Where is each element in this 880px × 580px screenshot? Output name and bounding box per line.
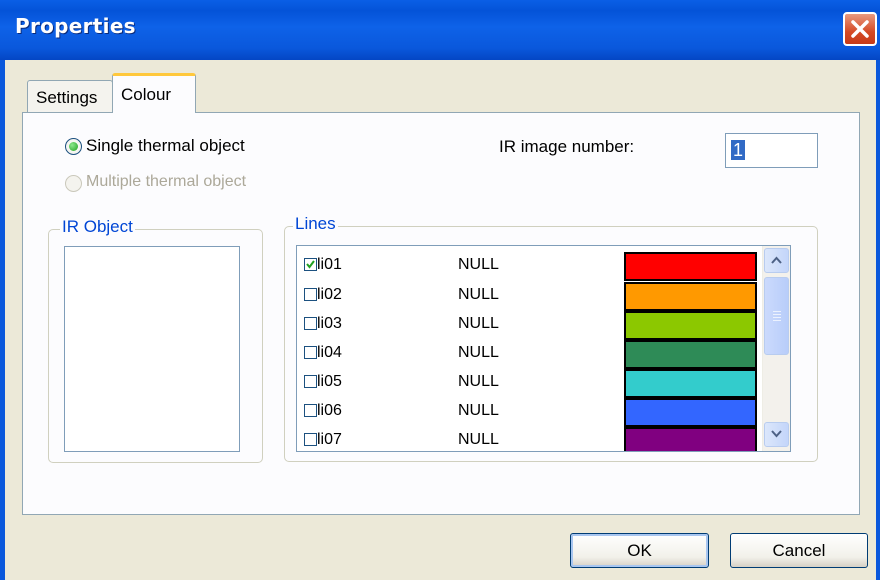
line-color-swatch[interactable] [624, 282, 757, 311]
line-name: li01 [317, 256, 342, 273]
line-row[interactable]: li04 NULL [297, 338, 767, 369]
scroll-down-button[interactable] [764, 422, 789, 447]
chevron-up-icon [771, 256, 782, 264]
ir-image-number-label: IR image number: [499, 137, 635, 156]
thumb-grip-line [773, 320, 781, 321]
line-color-swatch[interactable] [624, 340, 757, 369]
line-checkbox[interactable] [304, 317, 317, 330]
multiple-thermal-object-label: Multiple thermal object [86, 173, 247, 190]
line-color-swatch[interactable] [624, 252, 757, 281]
cancel-button[interactable]: Cancel [730, 533, 868, 568]
ir-object-list[interactable] [64, 246, 240, 452]
line-name: li03 [317, 315, 342, 332]
line-value: NULL [458, 286, 499, 303]
line-color-swatch[interactable] [624, 427, 757, 451]
tab-settings[interactable]: Settings [27, 80, 113, 112]
multiple-thermal-object-radio [65, 175, 82, 192]
tab-colour[interactable]: Colour [112, 73, 196, 113]
line-checkbox[interactable] [304, 404, 317, 417]
single-thermal-object-radio[interactable] [65, 138, 82, 155]
lines-list[interactable]: li01 NULL li02 NULL li03 NULL li04 NULL li05 NULL… [296, 245, 791, 452]
window-title: Properties [15, 14, 136, 38]
line-row[interactable]: li07 NULL [297, 425, 767, 451]
line-row[interactable]: li02 NULL [297, 280, 767, 311]
line-name: li07 [317, 431, 342, 448]
line-checkbox[interactable] [304, 375, 317, 388]
thumb-grip-line [773, 314, 781, 315]
tab-colour-label: Colour [121, 85, 172, 104]
ok-button[interactable]: OK [570, 533, 709, 568]
line-name: li05 [317, 373, 342, 390]
tab-settings-label: Settings [36, 88, 98, 107]
lines-scrollbar[interactable] [762, 246, 790, 451]
line-name: li04 [317, 344, 342, 361]
line-value: NULL [458, 256, 499, 273]
thumb-grip-line [773, 317, 781, 318]
line-value: NULL [458, 373, 499, 390]
close-icon [851, 20, 869, 38]
line-checkbox[interactable] [304, 288, 317, 301]
properties-dialog: Properties Settings Colour Single therma… [0, 0, 880, 580]
scroll-up-button[interactable] [764, 248, 789, 273]
line-name: li06 [317, 402, 342, 419]
line-checkbox[interactable] [304, 346, 317, 359]
line-color-swatch[interactable] [624, 398, 757, 427]
chevron-down-icon [771, 430, 782, 438]
line-value: NULL [458, 402, 499, 419]
ir-image-number-input[interactable]: 1 [725, 133, 818, 168]
line-value: NULL [458, 344, 499, 361]
line-row[interactable]: li03 NULL [297, 309, 767, 340]
ir-object-group-label: IR Object [60, 217, 135, 237]
checkmark-icon [306, 260, 315, 269]
line-value: NULL [458, 431, 499, 448]
thumb-grip-line [773, 311, 781, 312]
line-color-swatch[interactable] [624, 311, 757, 340]
lines-group-label: Lines [293, 214, 338, 234]
title-bar[interactable]: Properties [0, 0, 880, 60]
line-checkbox[interactable] [304, 258, 317, 271]
radio-selected-dot [69, 142, 78, 151]
scroll-thumb[interactable] [764, 277, 789, 355]
line-row[interactable]: li01 NULL [297, 250, 767, 281]
line-color-swatch[interactable] [624, 369, 757, 398]
line-value: NULL [458, 315, 499, 332]
ir-image-number-value: 1 [731, 140, 746, 160]
line-row[interactable]: li05 NULL [297, 367, 767, 398]
window-frame-left [0, 60, 5, 580]
single-thermal-object-label[interactable]: Single thermal object [86, 136, 245, 156]
close-button[interactable] [843, 12, 877, 46]
line-row[interactable]: li06 NULL [297, 396, 767, 427]
line-name: li02 [317, 286, 342, 303]
window-frame-right [876, 60, 880, 580]
line-checkbox[interactable] [304, 433, 317, 446]
